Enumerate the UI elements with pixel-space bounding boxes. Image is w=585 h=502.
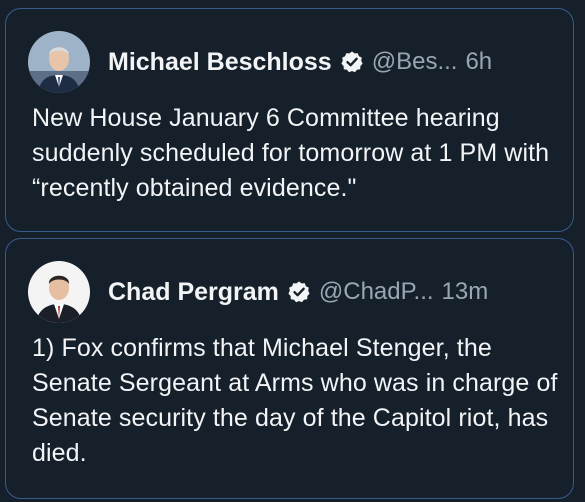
tweet-text: 1) Fox confirms that Michael Stenger, th…	[32, 334, 558, 467]
timestamp[interactable]: 6h	[465, 48, 492, 76]
timestamp[interactable]: 13m	[442, 278, 489, 306]
display-name[interactable]: Michael Beschloss	[108, 48, 332, 77]
tweet-card-2[interactable]: Chad Pergram @ChadP... 13m 1) Fox confir…	[5, 238, 574, 499]
tweet-header: Chad Pergram @ChadP... 13m	[28, 261, 488, 323]
verified-badge-icon	[341, 51, 363, 73]
tweet-header: Michael Beschloss @Bes... 6h	[28, 31, 492, 93]
verified-badge-icon	[288, 281, 310, 303]
tweet-text: New House January 6 Committee hearing su…	[32, 104, 550, 202]
avatar-michael-beschloss[interactable]	[28, 31, 90, 93]
avatar-chad-pergram[interactable]	[28, 261, 90, 323]
username-handle[interactable]: @Bes...	[372, 48, 458, 76]
display-name[interactable]: Chad Pergram	[108, 278, 279, 307]
username-handle[interactable]: @ChadP...	[319, 278, 434, 306]
tweet-card-1[interactable]: Michael Beschloss @Bes... 6h New House J…	[5, 8, 574, 232]
